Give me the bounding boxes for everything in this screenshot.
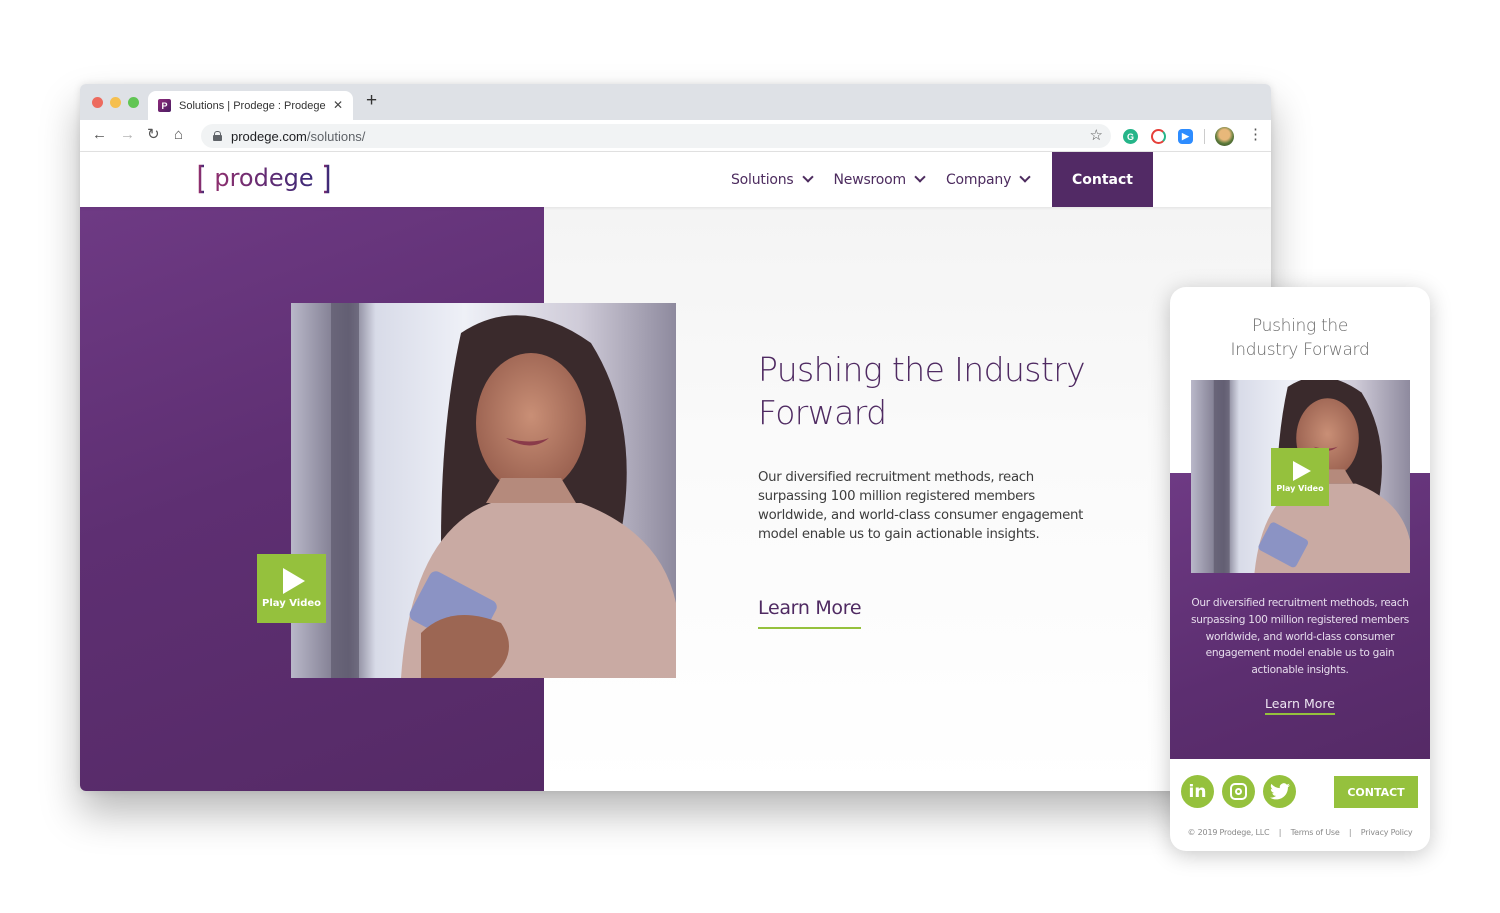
privacy-policy-link[interactable]: Privacy Policy (1361, 828, 1413, 837)
mobile-play-video-button[interactable]: Play Video (1271, 448, 1329, 506)
bookmark-star-icon[interactable]: ☆ (1090, 126, 1103, 144)
play-video-button[interactable]: Play Video (257, 554, 326, 623)
mobile-body: Our diversified recruitment methods, rea… (1190, 597, 1410, 677)
terms-of-use-link[interactable]: Terms of Use (1291, 828, 1340, 837)
browser-window: P Solutions | Prodege : Prodege ✕ + ← → … (80, 84, 1271, 791)
zoom-extension-icon[interactable]: ▶ (1178, 129, 1193, 144)
nav-solutions-label: Solutions (731, 171, 794, 188)
chevron-down-icon (1019, 171, 1031, 183)
lock-icon (213, 131, 222, 141)
grammarly-extension-icon[interactable]: G (1123, 129, 1138, 144)
linkedin-icon[interactable]: in (1181, 775, 1214, 808)
svg-text:prodege: prodege (214, 164, 313, 192)
profile-avatar[interactable] (1215, 127, 1234, 146)
mobile-footer: © 2019 Prodege, LLC | Terms of Use | Pri… (1170, 828, 1430, 837)
copyright-text: © 2019 Prodege, LLC (1187, 828, 1270, 837)
home-icon[interactable]: ⌂ (174, 126, 183, 144)
maximize-window-button[interactable] (128, 97, 139, 108)
browser-tab[interactable]: P Solutions | Prodege : Prodege ✕ (148, 91, 353, 120)
hero-body: Our diversified recruitment methods, rea… (758, 470, 1083, 542)
chevron-down-icon (914, 171, 926, 183)
nav-newsroom-label: Newsroom (833, 171, 907, 188)
url-text: prodege.com/solutions/ (231, 128, 366, 144)
mobile-title-line-2: Industry Forward (1230, 340, 1370, 360)
play-icon (282, 568, 305, 594)
website: prodege Solutions Newsroom Company Conta… (80, 152, 1271, 791)
woman-with-phone-image (291, 303, 676, 678)
mobile-title: Pushing the Industry Forward (1170, 314, 1430, 362)
close-tab-icon[interactable]: ✕ (333, 98, 343, 112)
mobile-contact-button[interactable]: CONTACT (1334, 776, 1418, 808)
back-arrow-icon[interactable]: ← (92, 126, 107, 144)
browser-menu-icon[interactable]: ⋮ (1248, 126, 1263, 144)
twitter-icon[interactable] (1263, 775, 1296, 808)
hero-photo (291, 303, 676, 678)
mobile-title-line-1: Pushing the (1251, 316, 1349, 336)
mobile-learn-more-wrap: Learn More (1170, 695, 1430, 715)
footer-separator: | (1278, 828, 1282, 837)
tab-title: Solutions | Prodege : Prodege (179, 99, 326, 112)
hero-title: Pushing the Industry Forward (758, 350, 1086, 432)
nav-company[interactable]: Company (945, 171, 1037, 188)
play-icon (1293, 461, 1311, 481)
site-header: prodege Solutions Newsroom Company Conta… (80, 152, 1271, 207)
play-video-label: Play Video (262, 598, 321, 609)
mobile-preview: Pushing the Industry Forward Play Video … (1170, 287, 1430, 851)
chevron-down-icon (801, 171, 814, 183)
new-tab-button[interactable]: + (366, 91, 377, 110)
footer-separator: | (1348, 828, 1352, 837)
cookie-extension-icon[interactable] (1151, 129, 1166, 144)
learn-more-link[interactable]: Learn More (758, 597, 862, 629)
minimize-window-button[interactable] (110, 97, 121, 108)
toolbar-divider (1204, 129, 1205, 144)
mobile-play-video-label: Play Video (1276, 484, 1324, 493)
address-bar[interactable]: prodege.com/solutions/ ☆ (201, 124, 1111, 148)
nav-solutions[interactable]: Solutions (731, 171, 820, 188)
mobile-learn-more-link[interactable]: Learn More (1265, 696, 1335, 715)
close-window-button[interactable] (92, 97, 103, 108)
main-nav: Solutions Newsroom Company (731, 152, 1037, 207)
favicon-icon: P (158, 99, 171, 112)
nav-company-label: Company (945, 171, 1012, 188)
instagram-icon[interactable] (1222, 775, 1255, 808)
browser-toolbar: ← → ↻ ⌂ prodege.com/solutions/ ☆ G ▶ ⋮ (80, 120, 1271, 152)
contact-button[interactable]: Contact (1052, 152, 1153, 207)
tab-strip: P Solutions | Prodege : Prodege ✕ + (80, 84, 1271, 120)
nav-newsroom[interactable]: Newsroom (833, 171, 932, 188)
stage: P Solutions | Prodege : Prodege ✕ + ← → … (0, 0, 1500, 913)
prodege-logo[interactable]: prodege (198, 162, 330, 196)
reload-icon[interactable]: ↻ (147, 126, 160, 144)
forward-arrow-icon[interactable]: → (120, 126, 135, 144)
